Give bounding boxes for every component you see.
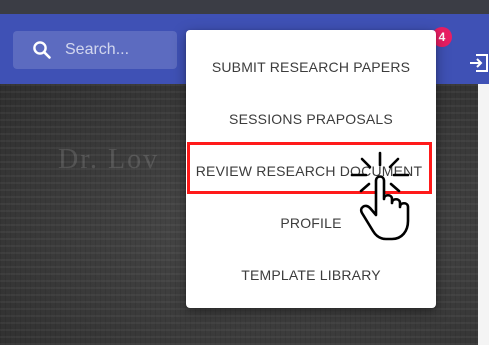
search-box[interactable] (13, 31, 177, 69)
background-faint-text: Dr. Lov (58, 144, 160, 175)
menu-item-review-research-document[interactable]: REVIEW RESEARCH DOCUMENT (186, 145, 436, 197)
menu-item-label: PROFILE (280, 215, 342, 231)
logout-icon[interactable] (469, 54, 489, 72)
menu-item-submit-research-papers[interactable]: SUBMIT RESEARCH PAPERS (186, 41, 436, 93)
search-input[interactable] (65, 31, 173, 69)
menu-item-label: REVIEW RESEARCH DOCUMENT (195, 163, 423, 179)
window-top-strip (0, 0, 489, 14)
right-gutter (478, 84, 489, 345)
menu-item-profile[interactable]: PROFILE (186, 197, 436, 249)
menu-item-sessions-proposals[interactable]: SESSIONS PRAPOSALS (186, 93, 436, 145)
screen: 4 Dr. Lov SUBMIT RESEARCH PAPERS SESSION… (0, 0, 489, 345)
search-icon[interactable] (32, 40, 52, 60)
dropdown-menu: SUBMIT RESEARCH PAPERS SESSIONS PRAPOSAL… (186, 30, 436, 308)
menu-item-label: TEMPLATE LIBRARY (241, 267, 381, 283)
menu-item-label: SUBMIT RESEARCH PAPERS (211, 59, 411, 75)
menu-item-template-library[interactable]: TEMPLATE LIBRARY (186, 249, 436, 301)
menu-item-label: SESSIONS PRAPOSALS (229, 111, 393, 127)
